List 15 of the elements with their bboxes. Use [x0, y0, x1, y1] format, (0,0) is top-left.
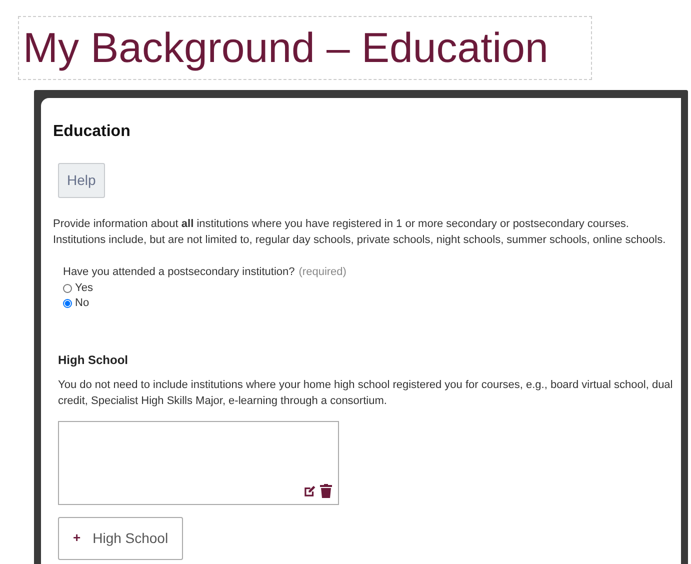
radio-button[interactable] [63, 298, 72, 308]
option-label: Yes [75, 280, 93, 296]
help-button[interactable]: Help [58, 163, 105, 198]
add-high-school-button[interactable]: + High School [58, 516, 184, 560]
delete-icon[interactable] [320, 484, 332, 498]
slide-title: My Background – Education [18, 16, 592, 80]
intro-text: Provide information about all institutions where you have registered in 1 or more secondary or postsecondary courses. Institutions include, but are not limited to, regular day schools, private schools, night schools, summer schools, online schools. [53, 217, 667, 248]
radio-button[interactable] [63, 284, 72, 293]
edit-icon[interactable] [303, 484, 316, 498]
option-label: No [75, 296, 90, 311]
required-note: (required) [298, 265, 346, 280]
question-label: Have you attended a postsecondary institution? [63, 265, 295, 280]
section-note: You do not need to include institutions where your home high school registered you for courses, e.g., board virtual school, dual credit, Specialist High Skills Major, e-learning through a consortium. [58, 378, 674, 409]
form-title: Education [53, 122, 132, 142]
section-heading: High School [58, 352, 129, 369]
